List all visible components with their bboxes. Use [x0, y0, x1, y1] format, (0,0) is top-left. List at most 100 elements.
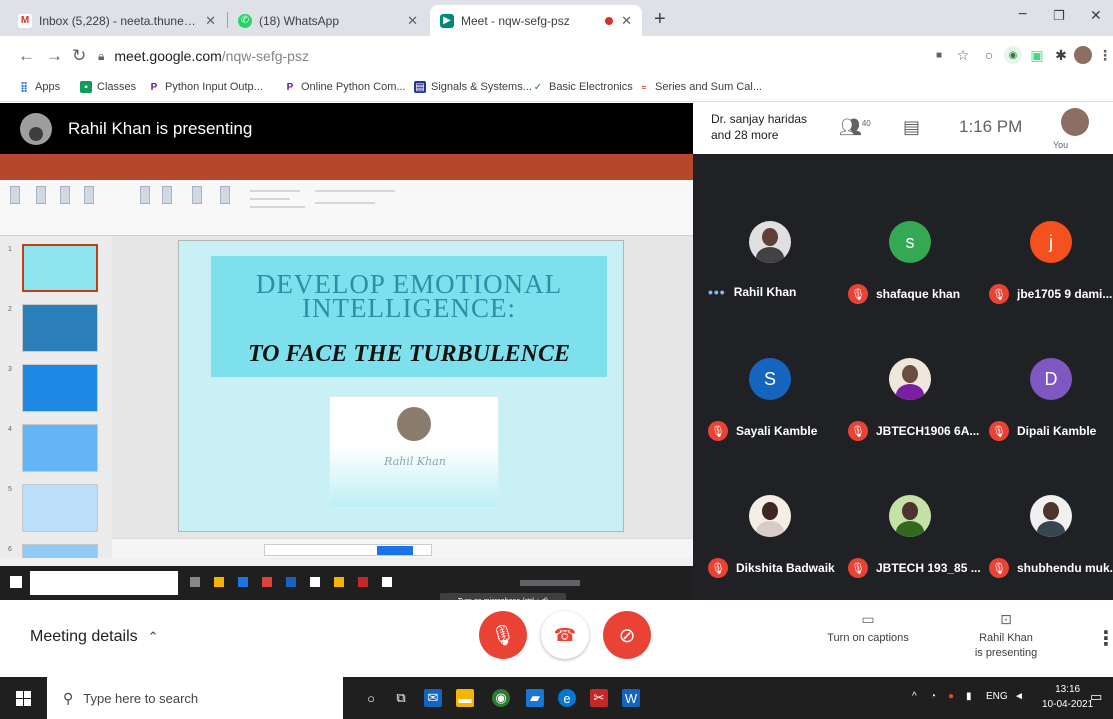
participants-summary-line2: and 28 more	[711, 128, 779, 142]
gmail-icon: M	[18, 13, 32, 28]
chat-icon[interactable]: ▤	[903, 117, 920, 138]
reload-icon[interactable]: ↻	[72, 46, 86, 66]
participant-tile[interactable]: 🎙︎ Dikshita Badwaik	[700, 459, 839, 595]
chrome-icon[interactable]: ◉	[492, 689, 510, 707]
captions-button[interactable]: ▭ Turn on captions	[816, 612, 920, 646]
back-icon[interactable]: ←	[18, 46, 35, 66]
close-tab-icon[interactable]: ✕	[407, 13, 418, 29]
slide-thumbnail[interactable]	[22, 244, 98, 292]
file-explorer-icon[interactable]: ▬	[456, 689, 474, 707]
shared-search-box	[30, 571, 178, 595]
bookmark-electronics[interactable]: ✓ Basic Electronics	[532, 81, 633, 93]
meet-sharing-banner	[264, 544, 432, 556]
bookmark-series-sum[interactable]: ≈ Series and Sum Cal...	[638, 81, 762, 93]
edge-icon[interactable]: e	[558, 689, 576, 707]
slide-thumbnail[interactable]	[22, 364, 98, 412]
restore-icon[interactable]: ❐	[1053, 8, 1065, 24]
bookmark-star-icon[interactable]: ☆	[954, 46, 972, 64]
meet-top-bar: Dr. sanjay haridas and 28 more 👥︎40 ▤ 1:…	[693, 103, 1113, 154]
participant-avatar: s	[889, 221, 931, 263]
meeting-details-button[interactable]: Meeting details ⌃	[30, 628, 159, 646]
chrome-menu-icon[interactable]: ⋮	[1096, 46, 1113, 64]
tab-whatsapp[interactable]: ✆ (18) WhatsApp ✕	[228, 5, 428, 36]
new-tab-icon[interactable]: +	[654, 8, 666, 31]
taskbar-search-box[interactable]: ⚲ Type here to search	[47, 677, 343, 719]
slide-thumbnail[interactable]	[22, 484, 98, 532]
profile-avatar[interactable]	[1074, 46, 1092, 64]
participant-tile[interactable]: D 🎙︎ Dipali Kamble	[981, 322, 1113, 458]
extension-icon[interactable]: ▣	[1028, 46, 1046, 64]
participant-tile[interactable]: s 🎙︎ shafaque khan	[840, 185, 979, 321]
taskbar-clock[interactable]: 13:16 10-04-2021	[1042, 682, 1093, 712]
slide-subheading: TO FACE THE TURBULENCE	[247, 341, 571, 367]
extension-icon[interactable]: ◉	[1004, 46, 1022, 64]
bookmark-python-io[interactable]: P Python Input Outp...	[148, 81, 263, 93]
volume-icon[interactable]: ◄	[1014, 691, 1024, 702]
participants-summary-line1: Dr. sanjay haridas	[711, 112, 808, 126]
ppt-ribbon-tabs	[0, 168, 693, 180]
tab-meet[interactable]: ▶ Meet - nqw-sefg-psz ✕	[430, 5, 642, 36]
stop-sharing-button	[377, 546, 413, 555]
bookmark-apps[interactable]: ⣿ Apps	[18, 81, 60, 93]
slide-thumbnail[interactable]	[22, 304, 98, 352]
participant-name: JBTECH1906 6A...	[876, 424, 980, 438]
network-icon[interactable]: ◔	[930, 691, 936, 702]
shared-screen: 1 2 3 4 5 6 DEVELOP EMOTIONAL INTELLIGEN…	[0, 154, 693, 600]
camera-toggle-button[interactable]: ⊘	[603, 611, 651, 659]
windows-start-icon[interactable]	[16, 691, 31, 706]
participants-summary[interactable]: Dr. sanjay haridas and 28 more	[711, 111, 807, 143]
close-tab-icon[interactable]: ✕	[205, 13, 216, 29]
present-icon: ⊡	[1000, 611, 1012, 627]
task-view-icon[interactable]: ⧉	[392, 689, 410, 707]
antivirus-icon[interactable]: ●	[948, 691, 954, 702]
participant-tile[interactable]: S 🎙︎ Sayali Kamble	[700, 322, 839, 458]
slide-thumbnail[interactable]	[22, 424, 98, 472]
participant-tile[interactable]: 🎙︎ JBTECH1906 6A...	[840, 322, 979, 458]
python-site-icon: P	[286, 81, 294, 93]
python-site-icon: P	[150, 81, 158, 93]
word-icon[interactable]: W	[622, 689, 640, 707]
people-button[interactable]: 👥︎40	[839, 117, 871, 138]
camera-indicator-icon[interactable]: ■	[930, 46, 948, 64]
current-slide: DEVELOP EMOTIONAL INTELLIGENCE: TO FACE …	[178, 240, 624, 532]
microphone-toggle-button[interactable]: 🎙︎	[479, 611, 527, 659]
bookmark-classes[interactable]: ▪ Classes	[80, 81, 136, 93]
tab-gmail[interactable]: M Inbox (5,228) - neeta.thune@gm... ✕	[8, 5, 226, 36]
participant-tile[interactable]: 🎙︎ shubhendu muk...	[981, 459, 1113, 595]
search-icon: ⚲	[63, 689, 74, 706]
close-tab-icon[interactable]: ✕	[621, 13, 632, 29]
more-options-icon[interactable]: ⋮	[1096, 626, 1113, 651]
participant-tile[interactable]: ••• Rahil Khan	[700, 185, 839, 321]
forward-icon[interactable]: →	[46, 46, 63, 66]
leave-call-button[interactable]: ☎︎	[541, 611, 589, 659]
tray-chevron-up-icon[interactable]: ^	[912, 691, 917, 702]
slide-thumbnails: 1 2 3 4 5 6	[0, 236, 112, 592]
participant-avatar: D	[1030, 358, 1072, 400]
ppt-ribbon	[0, 180, 693, 236]
participant-tile[interactable]: j 🎙︎ jbe1705 9 dami...	[981, 185, 1113, 321]
bookmark-online-python[interactable]: P Online Python Com...	[284, 81, 406, 93]
mic-off-icon: 🎙︎	[848, 558, 868, 578]
close-window-icon[interactable]: ✕	[1090, 7, 1102, 24]
shared-taskbar	[0, 566, 693, 600]
store-icon[interactable]: ▰	[526, 689, 544, 707]
self-view-tile[interactable]: You	[1053, 108, 1093, 152]
notification-icon[interactable]: ▭	[1090, 689, 1102, 705]
bookmark-label: Signals & Systems...	[431, 81, 532, 93]
participant-avatar	[889, 495, 931, 537]
url-field[interactable]: 🔒︎ meet.google.com /nqw-sefg-psz	[98, 42, 898, 70]
cortana-icon[interactable]: ○	[362, 689, 380, 707]
mic-off-icon: 🎙︎	[490, 624, 516, 647]
self-label: You	[1053, 140, 1069, 150]
opera-extension-icon[interactable]: ○	[980, 46, 998, 64]
presenting-indicator-button[interactable]: ⊡ Rahil Khan is presenting	[960, 612, 1052, 661]
participant-tile[interactable]: 🎙︎ JBTECH 193_85 ...	[840, 459, 981, 595]
battery-icon[interactable]: ▮	[966, 691, 972, 702]
meet-stage: Rahil Khan is presenting Dr. sanjay hari…	[0, 103, 1113, 600]
snipping-tool-icon[interactable]: ✂	[590, 689, 608, 707]
minimize-icon[interactable]: −	[1018, 6, 1027, 24]
mail-icon[interactable]: ✉	[424, 689, 442, 707]
language-indicator[interactable]: ENG	[986, 691, 1008, 702]
extensions-puzzle-icon[interactable]: ✱	[1052, 46, 1070, 64]
bookmark-signals[interactable]: ▤ Signals & Systems...	[414, 81, 532, 93]
